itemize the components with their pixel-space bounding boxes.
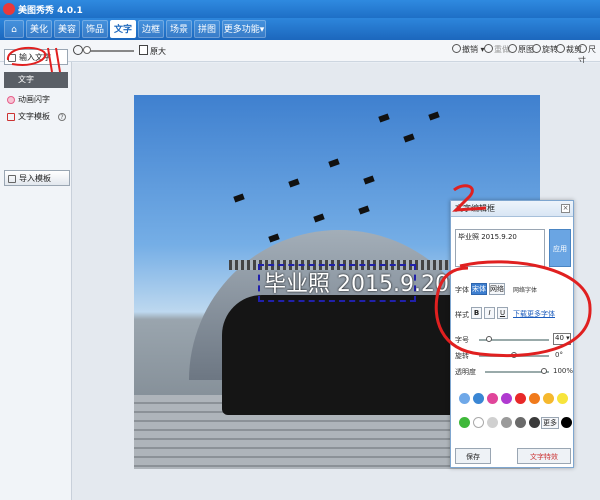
tab-face[interactable]: 美容 [54, 20, 80, 38]
redo-icon [484, 44, 493, 53]
more-colors-button[interactable]: 更多 [541, 417, 559, 429]
cap-shape [328, 158, 340, 168]
color-swatch[interactable] [529, 393, 540, 404]
cap-shape [403, 133, 415, 143]
left-panel: 输入文字 文字 动画闪字 文字模板 ? 导入模板 [0, 49, 72, 500]
annotation-ring-2 [434, 260, 592, 358]
color-swatch[interactable] [501, 393, 512, 404]
color-swatch[interactable] [543, 393, 554, 404]
undo-button[interactable]: 撤销 ▾ [452, 44, 485, 55]
zoom-handle[interactable] [83, 46, 91, 54]
close-icon[interactable]: × [561, 204, 570, 213]
animated-text-item[interactable]: 动画闪字 [4, 92, 68, 108]
main-menu: ⌂ 美化 美容 饰品 文字 边框 场景 拼图 更多功能▾ [0, 18, 600, 40]
tab-decor[interactable]: 饰品 [82, 20, 108, 38]
rotate-icon [532, 44, 541, 53]
color-swatch[interactable] [515, 417, 526, 428]
tab-text[interactable]: 文字 [110, 20, 136, 38]
tab-scene[interactable]: 场景 [166, 20, 192, 38]
resize-icon [578, 44, 587, 53]
cap-shape [233, 193, 245, 203]
import-icon [8, 175, 16, 183]
home-tab[interactable]: ⌂ [4, 20, 24, 38]
editor-footer: 保存 文字特效 [455, 448, 571, 464]
color-swatch[interactable] [501, 417, 512, 428]
color-swatch[interactable] [459, 417, 470, 428]
color-swatch[interactable] [473, 393, 484, 404]
original-image-icon [508, 44, 517, 53]
color-swatch[interactable] [473, 417, 484, 428]
redo-button[interactable]: 重做 [484, 44, 510, 55]
actual-size-icon[interactable] [139, 45, 148, 55]
opacity-handle[interactable] [541, 368, 547, 374]
cap-shape [378, 113, 390, 123]
tab-collage[interactable]: 拼图 [194, 20, 220, 38]
color-swatch[interactable] [459, 393, 470, 404]
tab-frame[interactable]: 边框 [138, 20, 164, 38]
annotation-number-2 [452, 184, 487, 212]
opacity-value: 100% [553, 367, 574, 375]
color-swatch[interactable] [561, 417, 572, 428]
app-title: 美图秀秀 4.0.1 [18, 6, 83, 16]
toolbar: 原大 撤销 ▾ 重做 原图 旋转 裁剪 尺寸 [0, 40, 600, 65]
cap-shape [428, 111, 440, 121]
photo-caption-text[interactable]: 毕业照 2015.9.20 [264, 266, 449, 298]
undo-icon [452, 44, 461, 53]
cap-shape [268, 233, 280, 243]
text-effects-button[interactable]: 文字特效 [517, 448, 571, 464]
import-template-button[interactable]: 导入模板 [4, 170, 70, 186]
template-icon [7, 113, 15, 121]
color-swatch[interactable] [557, 393, 568, 404]
cap-shape [363, 175, 375, 185]
save-text-button[interactable]: 保存 [455, 448, 491, 464]
annotation-circle-1 [7, 46, 61, 73]
color-swatch[interactable] [529, 417, 540, 428]
title-bar: 美图秀秀 4.0.1 [0, 0, 600, 18]
tab-more[interactable]: 更多功能▾ [222, 20, 266, 38]
crop-icon [556, 44, 565, 53]
actual-size-label[interactable]: 原大 [150, 46, 166, 57]
cap-shape [313, 213, 325, 223]
opacity-label: 透明度 [455, 368, 476, 376]
app-logo-icon [3, 3, 15, 15]
tab-beautify[interactable]: 美化 [26, 20, 52, 38]
opacity-slider[interactable] [485, 371, 549, 373]
help-icon[interactable]: ? [58, 113, 66, 121]
rotate-button[interactable]: 旋转 [532, 44, 558, 55]
original-image-button[interactable]: 原图 [508, 44, 534, 55]
color-swatch[interactable] [487, 417, 498, 428]
cap-shape [358, 205, 370, 215]
cap-shape [288, 178, 300, 188]
zoom-slider[interactable] [84, 50, 134, 52]
color-swatch[interactable] [487, 393, 498, 404]
sparkle-icon [7, 96, 15, 104]
color-swatch[interactable] [515, 393, 526, 404]
zoom-icon [73, 45, 83, 55]
